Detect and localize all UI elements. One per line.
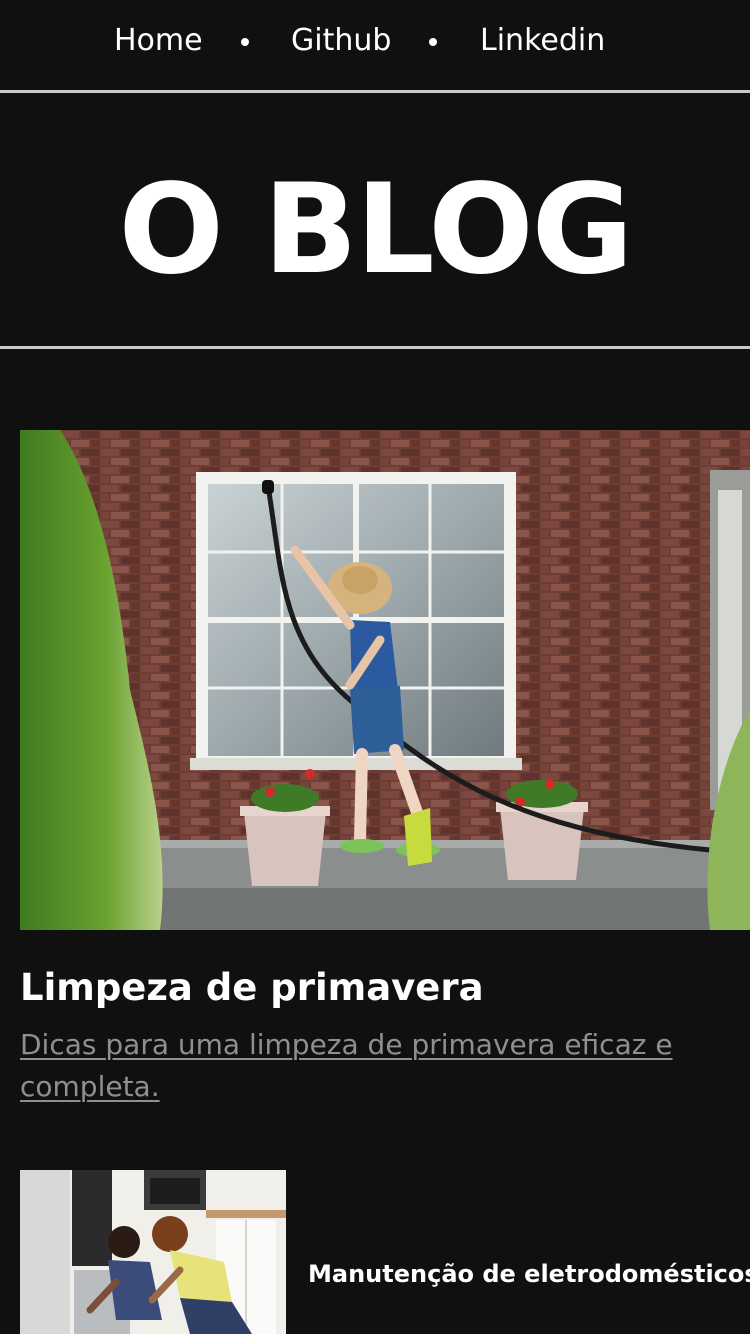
site-title: O BLOG [118, 158, 634, 302]
nav-link-linkedin[interactable]: Linkedin [480, 20, 605, 62]
featured-post-image[interactable] [20, 430, 750, 930]
nav-link-github[interactable]: Github [291, 20, 391, 62]
featured-post-description-link[interactable]: Dicas para uma limpeza de primavera efic… [20, 1024, 720, 1108]
nav-separator-dot [429, 38, 437, 46]
featured-post-title[interactable]: Limpeza de primavera [20, 962, 484, 1014]
header-bottom-divider [0, 346, 750, 349]
header-top-divider [0, 90, 750, 93]
top-nav: Home Github Linkedin [0, 0, 750, 90]
post-title[interactable]: Manutenção de eletrodomésticos [308, 1256, 750, 1292]
nav-link-home[interactable]: Home [114, 20, 203, 62]
nav-separator-dot [241, 38, 249, 46]
post-thumbnail[interactable] [20, 1170, 286, 1334]
